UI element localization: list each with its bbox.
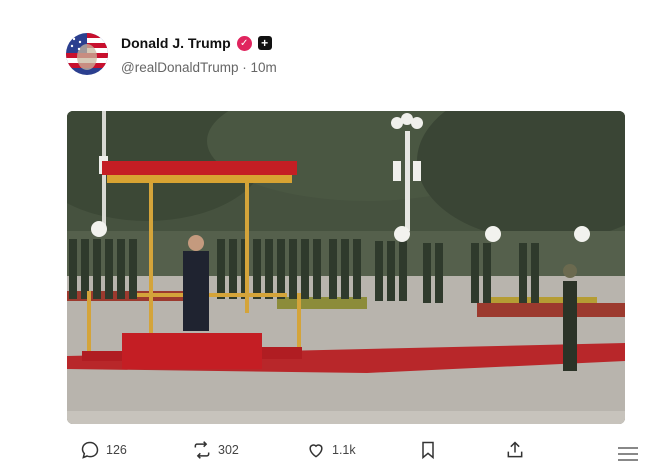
author-name[interactable]: Donald J. Trump bbox=[121, 35, 231, 51]
author-line: Donald J. Trump ✓ + bbox=[121, 35, 272, 51]
like-count: 1.1k bbox=[332, 443, 356, 457]
repost-count: 302 bbox=[218, 443, 239, 457]
video-frame-illustration bbox=[67, 111, 625, 424]
post-video[interactable] bbox=[67, 111, 625, 424]
like-button[interactable]: 1.1k bbox=[306, 440, 356, 460]
reply-icon bbox=[81, 441, 99, 459]
reply-button[interactable]: 126 bbox=[80, 440, 127, 460]
bookmark-button[interactable] bbox=[418, 440, 438, 460]
share-button[interactable] bbox=[505, 440, 525, 460]
author-avatar[interactable] bbox=[66, 33, 108, 75]
post-actions: 126 302 1.1k bbox=[0, 440, 652, 474]
heart-icon bbox=[309, 444, 323, 458]
repost-button[interactable]: 302 bbox=[192, 440, 239, 460]
handle-row: @realDonaldTrump · 10m bbox=[121, 60, 277, 75]
author-handle[interactable]: @realDonaldTrump bbox=[121, 60, 239, 75]
reply-count: 126 bbox=[106, 443, 127, 457]
scroll-grip-icon[interactable] bbox=[616, 444, 640, 464]
bookmark-icon bbox=[422, 441, 434, 460]
share-icon bbox=[507, 441, 523, 458]
plus-square-icon[interactable]: + bbox=[257, 36, 272, 50]
separator-dot: · bbox=[242, 60, 247, 75]
repost-icon bbox=[194, 441, 210, 459]
post-time[interactable]: 10m bbox=[251, 60, 277, 75]
verified-badge-icon: ✓ bbox=[236, 35, 252, 51]
